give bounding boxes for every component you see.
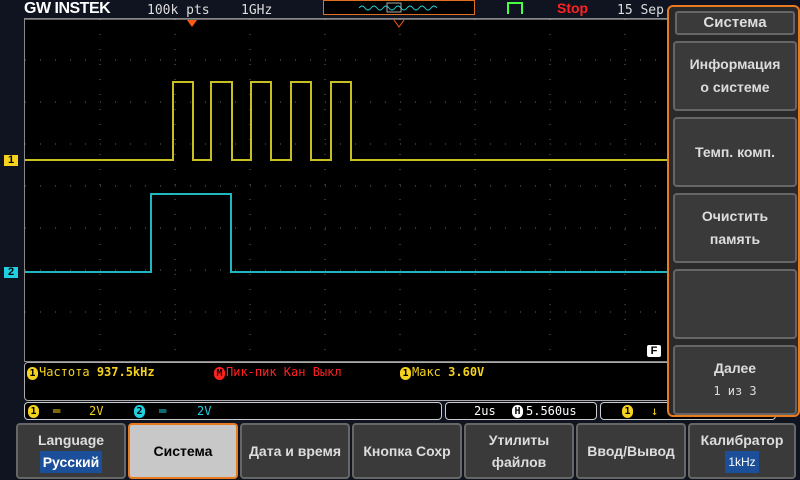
- brand-logo: GW INSTEK: [24, 0, 111, 17]
- measurement-peak-to-peak: M Пик-пик Кан Выкл: [214, 365, 342, 380]
- measurement-value: 937.5kHz: [96, 365, 155, 379]
- measurement-label: Частота: [39, 365, 90, 379]
- button-label: Очистить: [701, 208, 769, 224]
- channel-status: 1 ═ 2V 2 ═ 2V: [24, 402, 442, 420]
- button-label: Утилиты: [488, 432, 550, 448]
- button-label: Темп. комп.: [695, 143, 775, 160]
- ch1-badge: 1: [400, 367, 411, 380]
- ch2-marker[interactable]: 2: [4, 267, 18, 278]
- button-label: Далее: [713, 360, 757, 376]
- calibrator-button[interactable]: Калибратор 1kHz: [688, 423, 796, 479]
- horizontal-position[interactable]: 5.560us: [526, 404, 577, 418]
- ch1-waveform: [25, 81, 777, 161]
- falling-edge-icon: ↓: [651, 404, 659, 418]
- date-time-button[interactable]: Дата и время: [240, 423, 350, 479]
- math-badge: M: [214, 367, 225, 380]
- button-label: Информация: [689, 56, 781, 72]
- ch1-badge: 1: [27, 367, 38, 380]
- memory-navigator: [323, 0, 475, 15]
- waveform-display: 1 2 F: [4, 18, 777, 363]
- ch1-badge: 1: [622, 405, 633, 418]
- bottom-menu: Language Русский Система Дата и время Кно…: [0, 421, 800, 480]
- language-button[interactable]: Language Русский: [16, 423, 126, 479]
- clear-memory-button[interactable]: Очистить память: [673, 193, 797, 263]
- io-button[interactable]: Ввод/Вывод: [576, 423, 686, 479]
- button-label-2: память: [709, 231, 761, 247]
- run-state: Stop: [557, 0, 589, 16]
- calibrator-value: 1kHz: [725, 451, 759, 473]
- horizontal-badge: H: [512, 405, 523, 418]
- system-button[interactable]: Система: [128, 423, 238, 479]
- button-label: Language: [37, 432, 105, 448]
- measurement-frequency: 1 Частота 937.5kHz: [27, 365, 155, 380]
- measurement-label: Пик-пик Кан Выкл: [226, 365, 342, 379]
- ch1-scale[interactable]: 2V: [89, 404, 103, 418]
- button-label: Кнопка Сохр: [363, 443, 451, 459]
- page-indicator: 1 из 3: [713, 384, 757, 398]
- temp-compensation-button[interactable]: Темп. комп.: [673, 117, 797, 187]
- button-label: Дата и время: [248, 443, 342, 459]
- save-key-button[interactable]: Кнопка Сохр: [352, 423, 462, 479]
- ch1-marker[interactable]: 1: [4, 155, 18, 166]
- fine-indicator: F: [645, 343, 663, 359]
- file-utilities-button[interactable]: Утилиты файлов: [464, 423, 574, 479]
- center-marker: [393, 19, 405, 28]
- trigger-pulse-icon: [507, 2, 523, 14]
- measurement-panel: 1 Частота 937.5kHz M Пик-пик Кан Выкл 1 Мак…: [24, 362, 776, 401]
- system-info-button[interactable]: Информация о системе: [673, 41, 797, 111]
- ch2-scale[interactable]: 2V: [197, 404, 211, 418]
- waveform-graticule: [25, 19, 777, 363]
- button-label-2: файлов: [491, 454, 547, 470]
- ch1-badge: 1: [28, 405, 39, 418]
- date: 15 Sep: [617, 3, 664, 18]
- dc-coupling-icon: ═: [53, 404, 61, 418]
- dc-coupling-icon: ═: [159, 404, 167, 418]
- empty-side-button[interactable]: [673, 269, 797, 339]
- next-page-button[interactable]: Далее 1 из 3: [673, 345, 797, 415]
- timebase-value[interactable]: 2us: [474, 404, 496, 418]
- button-label: Ввод/Вывод: [587, 443, 675, 459]
- trigger-position-marker[interactable]: [187, 20, 197, 27]
- side-menu: Система Информация о системе Темп. комп. …: [667, 5, 800, 417]
- side-menu-title: Система: [675, 11, 795, 35]
- record-length: 100k pts: [147, 3, 210, 18]
- ch2-badge: 2: [134, 405, 145, 418]
- measurement-label: Макс: [412, 365, 441, 379]
- sample-rate: 1GHz: [241, 3, 273, 18]
- timebase-status: 2us H 5.560us: [445, 402, 597, 420]
- button-label: Калибратор: [700, 432, 784, 448]
- measurement-value: 3.60V: [448, 365, 485, 379]
- language-value: Русский: [39, 451, 103, 473]
- button-label: Система: [153, 443, 213, 459]
- measurement-max: 1 Макс 3.60V: [400, 365, 484, 380]
- button-label-2: о системе: [700, 79, 770, 95]
- ch2-waveform: [25, 193, 777, 273]
